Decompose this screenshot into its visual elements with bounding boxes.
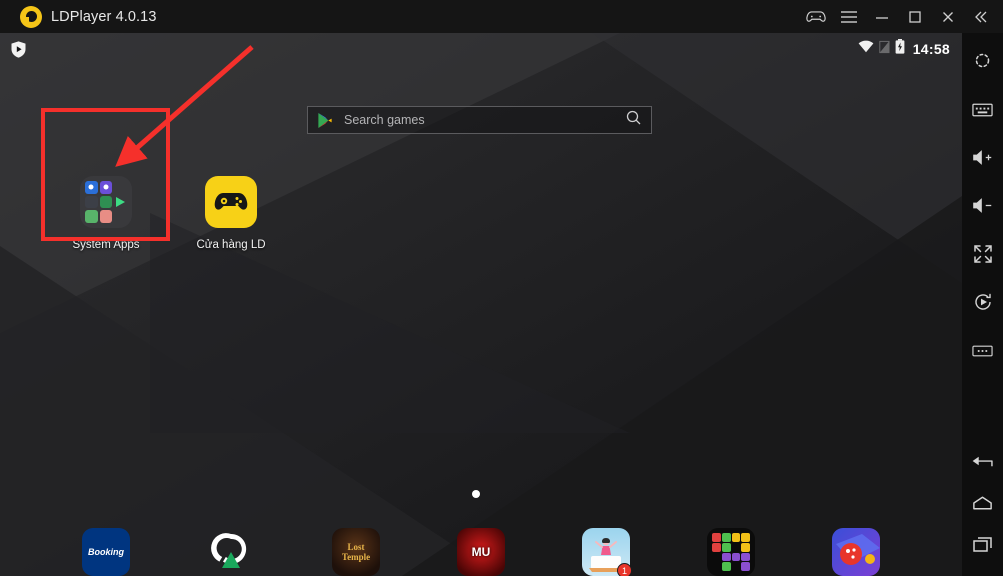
ldplayer-logo-icon	[20, 5, 42, 28]
close-icon[interactable]	[931, 0, 964, 33]
hongbao-icon[interactable]	[832, 528, 880, 576]
ld-store-gamepad-icon[interactable]	[205, 176, 257, 228]
mini-app-icon	[85, 210, 98, 223]
fullscreen-icon[interactable]	[962, 233, 1003, 274]
window-controls	[799, 0, 1003, 33]
tetris-icon[interactable]	[707, 528, 755, 576]
home-icon[interactable]	[962, 482, 1003, 523]
collapse-icon[interactable]	[964, 0, 997, 33]
mini-app-icon	[99, 195, 113, 209]
google-play-icon	[317, 112, 333, 129]
wifi-icon	[858, 40, 874, 58]
lost-temple-icon-text: Lost Temple	[341, 542, 371, 562]
keyboard-icon[interactable]	[962, 89, 1003, 130]
search-input[interactable]: Search games	[344, 113, 626, 127]
mu-icon-text: MU	[471, 545, 491, 559]
page-indicator-dot[interactable]	[472, 490, 480, 498]
mini-settings-icon	[85, 181, 98, 194]
android-screen[interactable]: 14:58 Search games System Apps Cửa hàng …	[0, 33, 962, 576]
statusbar-clock: 14:58	[912, 41, 950, 57]
mini-app-icon	[99, 181, 113, 194]
olymptrade-icon[interactable]	[207, 528, 255, 576]
record-icon[interactable]	[962, 281, 1003, 322]
shield-play-icon	[9, 40, 28, 59]
search-games-bar[interactable]: Search games	[307, 106, 652, 134]
emulator-sidebar	[962, 33, 1003, 576]
lost-temple-icon[interactable]: Lost Temple	[332, 528, 380, 576]
mini-app-icon	[85, 195, 98, 209]
app-ld-store[interactable]: Cửa hàng LD	[176, 176, 286, 252]
app-label: Cửa hàng LD	[196, 239, 266, 251]
mini-empty	[114, 181, 127, 194]
gamepad-icon[interactable]	[799, 0, 832, 33]
more-icon[interactable]	[962, 330, 1003, 371]
mu-icon[interactable]: MU	[457, 528, 505, 576]
booking-icon[interactable]: Booking	[82, 528, 130, 576]
menu-icon[interactable]	[832, 0, 865, 33]
mini-empty	[114, 210, 127, 223]
dock-app-tofu-girl[interactable]: 1 豆腐女孩	[547, 528, 665, 576]
minimize-icon[interactable]	[865, 0, 898, 33]
signal-off-icon	[878, 40, 890, 59]
recents-icon[interactable]	[962, 523, 1003, 564]
window-title: LDPlayer 4.0.13	[51, 8, 157, 25]
dock-app-hongbao[interactable]: 黑洞引力红包	[797, 528, 915, 576]
mini-app-icon	[99, 210, 113, 223]
mini-play-icon	[114, 196, 127, 209]
app-label: System Apps	[72, 239, 140, 251]
back-icon[interactable]	[962, 441, 1003, 482]
settings-icon[interactable]	[962, 40, 1003, 81]
notification-badge: 1	[617, 563, 632, 576]
android-statusbar: 14:58	[0, 33, 962, 65]
app-system-apps[interactable]: System Apps	[51, 176, 161, 252]
dock-app-tetris[interactable]: 俄罗斯消方块	[672, 528, 790, 576]
folder-icon[interactable]	[80, 176, 132, 228]
search-icon[interactable]	[626, 110, 641, 130]
booking-icon-text: Booking	[88, 547, 124, 557]
dock-app-olymptrade[interactable]: OlympTrade	[172, 528, 290, 576]
dock-app-booking[interactable]: Booking Booking.com Travel Deals	[47, 528, 165, 576]
window-titlebar: LDPlayer 4.0.13	[0, 0, 1003, 33]
volume-down-icon[interactable]	[962, 185, 1003, 226]
volume-up-icon[interactable]	[962, 137, 1003, 178]
dock-app-lost-temple[interactable]: Lost Temple Lost Temple	[297, 528, 415, 576]
battery-charging-icon	[895, 39, 905, 59]
dock-app-mu[interactable]: MU MU Đại Thiên Sứ H5	[422, 528, 540, 576]
maximize-icon[interactable]	[898, 0, 931, 33]
